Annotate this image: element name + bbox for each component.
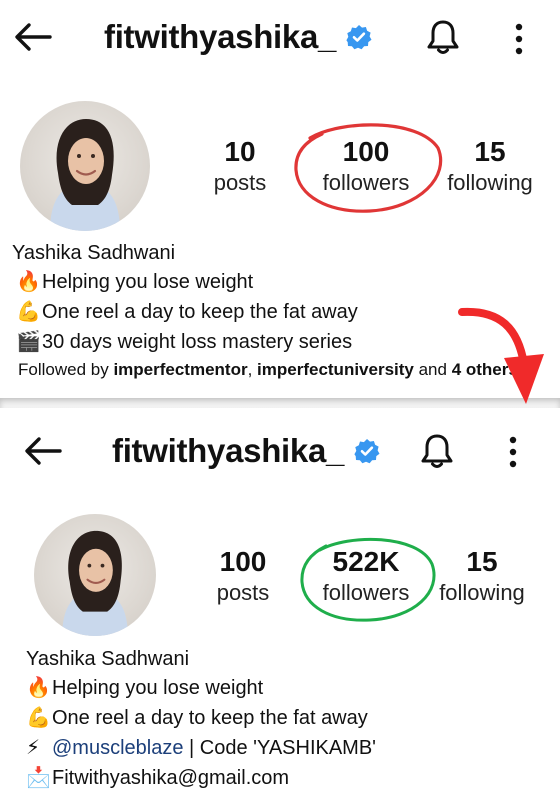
separator: , <box>247 360 258 379</box>
bio-text: 30 days weight loss mastery series <box>42 331 353 353</box>
stat-following[interactable]: 15 following <box>438 136 542 198</box>
posts-label: posts <box>213 170 267 195</box>
username: fitwithyashika_ <box>112 432 345 469</box>
following-count: 15 <box>474 136 506 167</box>
fire-emoji-icon: 🔥 <box>16 271 41 293</box>
profile-avatar[interactable] <box>34 514 156 636</box>
red-curved-arrow-icon <box>458 307 544 404</box>
stat-posts[interactable]: 100 posts <box>190 546 296 608</box>
follower-username[interactable]: imperfectmentor <box>113 360 247 379</box>
bio-line: 🔥Helping you lose weight <box>16 267 358 297</box>
bio-line: 💪One reel a day to keep the fat away <box>26 703 376 733</box>
fire-emoji-icon: 🔥 <box>26 677 51 699</box>
avatar-photo <box>50 119 120 231</box>
following-label: following <box>439 580 525 605</box>
and-text: and <box>413 360 452 379</box>
following-count: 15 <box>466 546 498 577</box>
bio: 🔥Helping you lose weight 💪One reel a day… <box>16 267 358 357</box>
followed-by[interactable]: Followed by imperfectmentor, imperfectun… <box>18 360 518 380</box>
bio: 🔥Helping you lose weight 💪One reel a day… <box>26 673 376 793</box>
posts-label: posts <box>216 580 270 605</box>
more-options-icon[interactable] <box>512 22 526 56</box>
flexed-biceps-emoji-icon: 💪 <box>16 301 41 323</box>
back-arrow-icon[interactable] <box>24 436 62 466</box>
posts-count: 100 <box>219 546 267 577</box>
lightning-emoji-icon: ⚡ <box>26 737 41 759</box>
bio-line: 💪One reel a day to keep the fat away <box>16 297 358 327</box>
bio-text: Helping you lose weight <box>52 677 264 699</box>
flexed-biceps-emoji-icon: 💪 <box>26 707 51 729</box>
back-arrow-icon[interactable] <box>14 22 52 52</box>
notification-bell-icon[interactable] <box>426 18 460 56</box>
bio-text: One reel a day to keep the fat away <box>52 707 368 729</box>
profile-name: Yashika Sadhwani <box>12 242 176 264</box>
notification-bell-icon[interactable] <box>420 432 454 470</box>
posts-count: 10 <box>224 136 256 167</box>
verified-badge-icon <box>354 439 380 464</box>
bio-text: Helping you lose weight <box>42 271 254 293</box>
red-highlight-circle <box>294 123 443 213</box>
brand-mention-link[interactable]: @muscleblaze <box>52 737 183 759</box>
inbox-tray-emoji-icon: 📩 <box>26 767 51 789</box>
verified-badge-icon <box>346 25 372 50</box>
followed-by-prefix: Followed by <box>18 360 114 379</box>
follower-username[interactable]: imperfectuniversity <box>257 360 414 379</box>
profile-name: Yashika Sadhwani <box>26 648 190 670</box>
promo-code-text: | Code 'YASHIKAMB' <box>183 737 376 759</box>
email-text: Fitwithyashika@gmail.com <box>52 767 290 789</box>
header-title: fitwithyashika_ <box>112 432 380 470</box>
bio-line: 🔥Helping you lose weight <box>26 673 376 703</box>
profile-avatar[interactable] <box>20 101 150 231</box>
bio-text: One reel a day to keep the fat away <box>42 301 358 323</box>
stat-posts[interactable]: 10 posts <box>190 136 290 198</box>
header-title: fitwithyashika_ <box>104 18 372 56</box>
bio-line: ⚡ @muscleblaze | Code 'YASHIKAMB' <box>26 733 376 763</box>
username: fitwithyashika_ <box>104 18 337 55</box>
profile-after-panel: fitwithyashika_ 100 posts 522K followers… <box>0 408 560 800</box>
clapper-board-emoji-icon: 🎬 <box>16 331 41 353</box>
following-label: following <box>447 170 533 195</box>
stat-following[interactable]: 15 following <box>430 546 534 608</box>
bio-line: 📩Fitwithyashika@gmail.com <box>26 763 376 793</box>
avatar-photo <box>62 530 128 636</box>
more-options-icon[interactable] <box>506 435 520 469</box>
green-highlight-circle <box>300 537 436 622</box>
bio-line: 🎬30 days weight loss mastery series <box>16 327 358 357</box>
